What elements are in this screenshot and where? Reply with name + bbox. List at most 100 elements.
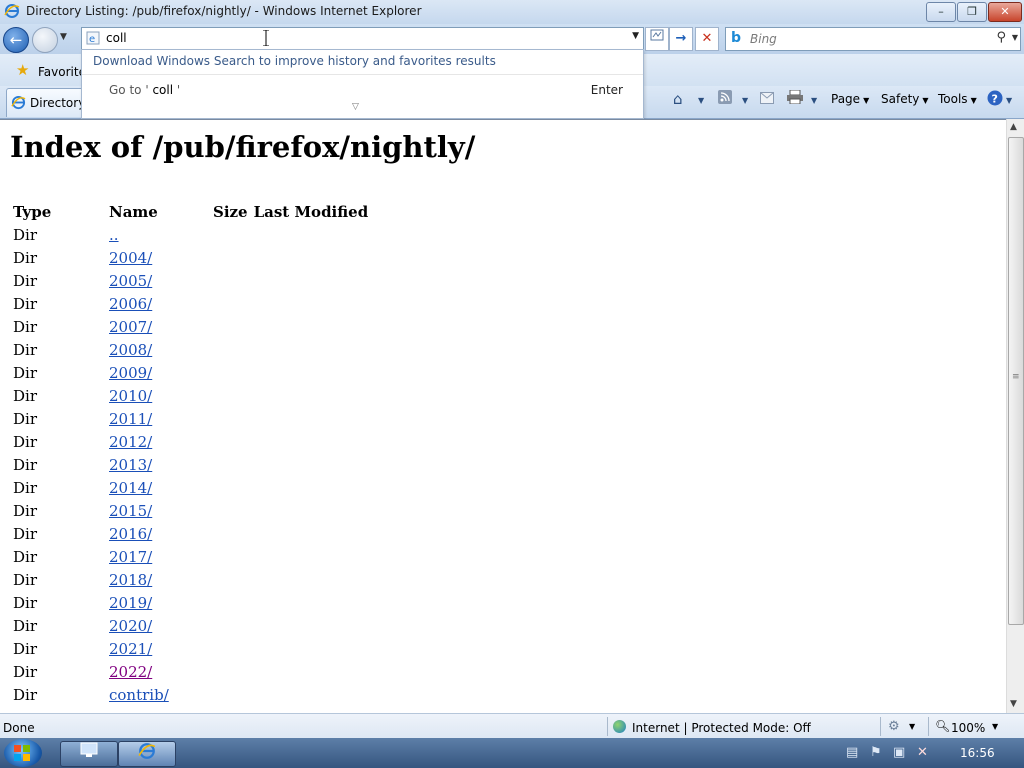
scroll-down-icon[interactable]: ▼ xyxy=(1010,699,1017,709)
directory-link[interactable]: 2007/ xyxy=(109,318,152,336)
tools-menu[interactable]: Tools ▼ xyxy=(938,92,977,106)
scroll-up-icon[interactable]: ▲ xyxy=(1010,122,1017,132)
row-name-cell: .. xyxy=(106,223,210,246)
taskbar-explorer-button[interactable] xyxy=(60,741,118,767)
table-row: Dir 2006/ xyxy=(10,292,371,315)
row-type: Dir xyxy=(13,363,37,382)
directory-link[interactable]: 2019/ xyxy=(109,594,152,612)
back-button[interactable]: ← xyxy=(3,27,29,53)
row-size xyxy=(210,407,251,430)
search-options-dropdown-icon[interactable]: ▼ xyxy=(1012,33,1018,42)
favorites-star-icon[interactable]: ★ xyxy=(16,61,29,79)
feeds-dropdown-icon[interactable]: ▼ xyxy=(742,96,748,105)
row-type: Dir xyxy=(13,294,37,313)
table-row: Dir 2010/ xyxy=(10,384,371,407)
help-icon[interactable]: ? xyxy=(987,90,1003,110)
tray-network-icon[interactable]: ▣ xyxy=(893,745,905,760)
security-zone-label[interactable]: Internet | Protected Mode: Off xyxy=(632,721,811,735)
directory-link[interactable]: 2015/ xyxy=(109,502,152,520)
directory-link[interactable]: 2006/ xyxy=(109,295,152,313)
directory-link[interactable]: 2004/ xyxy=(109,249,152,267)
chevron-down-icon: ▼ xyxy=(970,96,977,105)
directory-link[interactable]: 2020/ xyxy=(109,617,152,635)
directory-link[interactable]: 2017/ xyxy=(109,548,152,566)
directory-link[interactable]: 2010/ xyxy=(109,387,152,405)
page-menu[interactable]: Page ▼ xyxy=(831,92,869,106)
page-menu-label: Page xyxy=(831,92,861,106)
internet-zone-icon xyxy=(613,720,626,733)
search-icon[interactable]: ⚲ xyxy=(996,30,1006,45)
minimize-button[interactable]: – xyxy=(926,2,956,22)
row-size xyxy=(210,614,251,637)
directory-link[interactable]: 2011/ xyxy=(109,410,152,428)
goto-suggestion[interactable]: Go to ' coll ' xyxy=(109,83,180,97)
table-row: Dir 2005/ xyxy=(10,269,371,292)
taskbar-clock[interactable]: 16:56 xyxy=(960,746,995,760)
address-dropdown-icon[interactable]: ▼ xyxy=(632,31,639,41)
page-icon: e xyxy=(86,31,100,48)
directory-link[interactable]: 2022/ xyxy=(109,663,152,681)
directory-link[interactable]: 2005/ xyxy=(109,272,152,290)
directory-link[interactable]: 2018/ xyxy=(109,571,152,589)
vertical-scrollbar[interactable]: ▲ ≡ ▼ xyxy=(1006,119,1024,713)
row-name-cell: 2018/ xyxy=(106,568,210,591)
home-dropdown-icon[interactable]: ▼ xyxy=(698,96,704,105)
status-text: Done xyxy=(3,721,35,735)
table-row: Dir 2011/ xyxy=(10,407,371,430)
row-size xyxy=(210,637,251,660)
mail-icon[interactable] xyxy=(760,90,774,108)
directory-link[interactable]: contrib/ xyxy=(109,686,169,704)
home-icon[interactable]: ⌂ xyxy=(673,90,683,108)
feeds-icon[interactable] xyxy=(718,90,732,108)
zoom-level[interactable]: 100% xyxy=(951,721,985,735)
favorites-button[interactable]: Favorite xyxy=(38,65,86,79)
directory-link[interactable]: .. xyxy=(109,226,119,244)
protected-mode-icon[interactable]: ⚙ xyxy=(888,719,900,734)
tray-notification-icon[interactable]: ▤ xyxy=(846,745,858,760)
go-button[interactable]: → xyxy=(669,27,693,51)
directory-link[interactable]: 2008/ xyxy=(109,341,152,359)
tab-directory[interactable]: Directory xyxy=(6,88,85,117)
protected-mode-dropdown-icon[interactable]: ▼ xyxy=(909,722,915,731)
directory-link[interactable]: 2013/ xyxy=(109,456,152,474)
table-row: Dir 2014/ xyxy=(10,476,371,499)
directory-link[interactable]: 2021/ xyxy=(109,640,152,658)
directory-link[interactable]: 2016/ xyxy=(109,525,152,543)
search-box[interactable]: b Bing ⚲ ▼ xyxy=(725,27,1021,51)
row-type: Dir xyxy=(13,225,37,244)
taskbar-ie-button[interactable] xyxy=(118,741,176,767)
address-input[interactable]: coll xyxy=(106,31,127,45)
expand-chevron-icon[interactable]: ▽ xyxy=(352,102,359,112)
help-dropdown-icon[interactable]: ▼ xyxy=(1006,96,1012,105)
row-type: Dir xyxy=(13,340,37,359)
print-dropdown-icon[interactable]: ▼ xyxy=(811,96,817,105)
start-button[interactable] xyxy=(4,739,42,767)
recent-pages-dropdown-icon[interactable]: ▼ xyxy=(60,32,67,42)
print-icon[interactable] xyxy=(787,89,803,108)
row-type: Dir xyxy=(13,547,37,566)
row-size xyxy=(210,223,251,246)
row-size xyxy=(210,660,251,683)
tray-volume-muted-icon[interactable]: ✕ xyxy=(917,745,928,760)
row-last-modified xyxy=(251,683,372,706)
close-button[interactable]: ✕ xyxy=(988,2,1022,22)
search-input[interactable]: Bing xyxy=(750,32,777,46)
row-type: Dir xyxy=(13,616,37,635)
stop-button[interactable]: ✕ xyxy=(695,27,719,51)
table-row: Dir 2017/ xyxy=(10,545,371,568)
download-windows-search-link[interactable]: Download Windows Search to improve histo… xyxy=(93,54,496,68)
directory-link[interactable]: 2012/ xyxy=(109,433,152,451)
safety-menu-label: Safety xyxy=(881,92,920,106)
directory-link[interactable]: 2014/ xyxy=(109,479,152,497)
maximize-button[interactable]: ❐ xyxy=(957,2,987,22)
row-type: Dir xyxy=(13,501,37,520)
forward-button[interactable] xyxy=(32,27,58,53)
compatibility-view-button[interactable] xyxy=(645,27,669,51)
tray-action-center-icon[interactable]: ⚑ xyxy=(870,745,882,760)
row-name-cell: 2012/ xyxy=(106,430,210,453)
address-bar[interactable]: e coll ▼ xyxy=(81,27,644,51)
safety-menu[interactable]: Safety ▼ xyxy=(881,92,929,106)
row-last-modified xyxy=(251,269,372,292)
directory-link[interactable]: 2009/ xyxy=(109,364,152,382)
zoom-dropdown-icon[interactable]: ▼ xyxy=(992,722,998,731)
